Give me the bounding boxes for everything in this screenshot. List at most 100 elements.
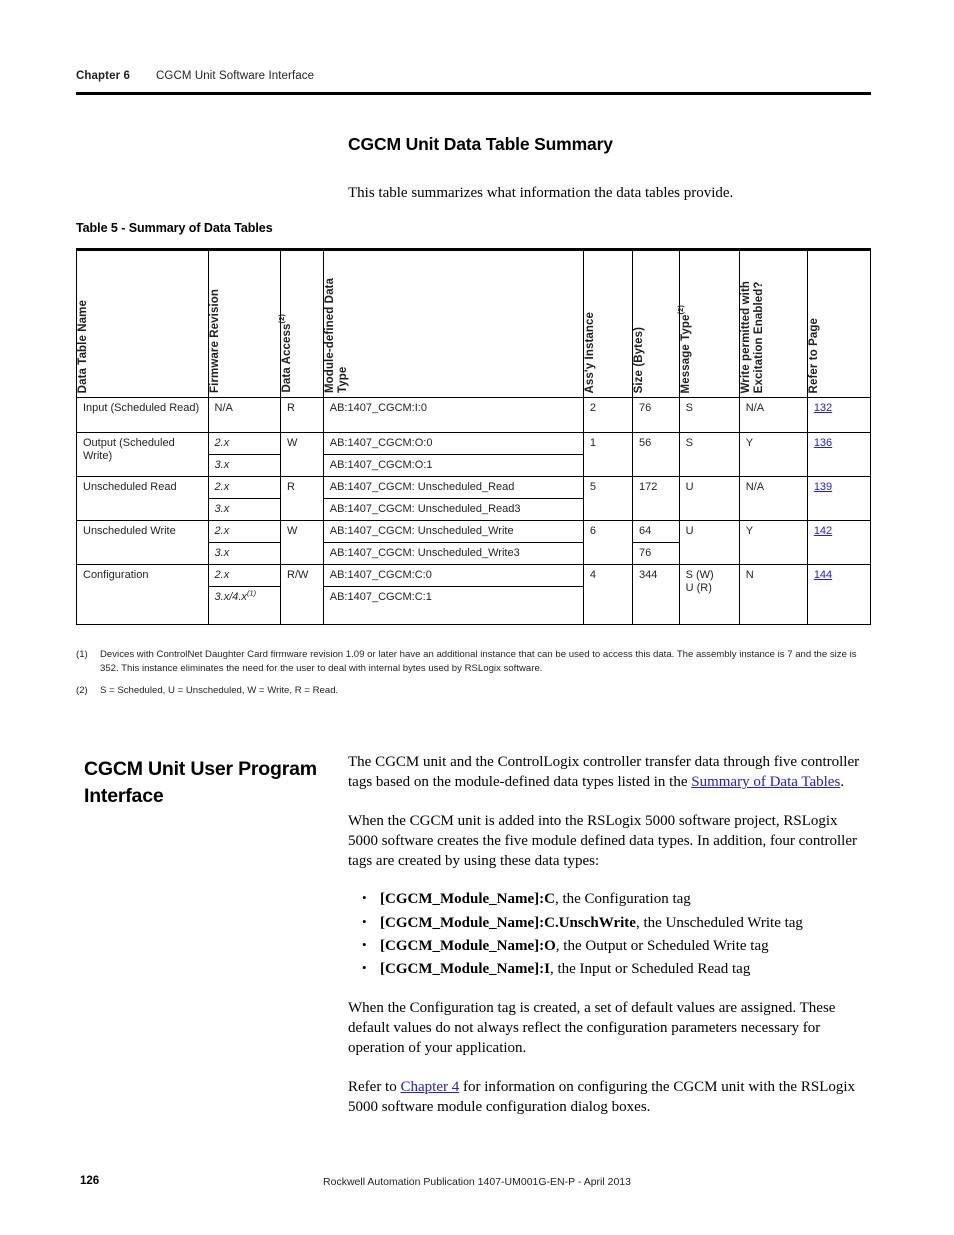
table-head: Data Table Name Firmware Revision Data A…: [76, 248, 872, 398]
page-link[interactable]: 132: [814, 402, 832, 414]
cell-data-table-name: Configuration: [76, 564, 209, 625]
footnote-1: (1) Devices with ControlNet Daughter Car…: [76, 648, 876, 675]
cell-refer-to-page: 132: [806, 397, 872, 433]
cell-module-defined-data-type: AB:1407_CGCM: Unscheduled_Read3: [322, 498, 584, 521]
para1-after: .: [840, 774, 845, 791]
cell-data-table-name: Unscheduled Write: [76, 520, 209, 565]
cell-firmware-revision: 3.x/4.x(1): [207, 586, 282, 625]
section-intro-text: This table summarizes what information t…: [348, 185, 734, 201]
cell-data-table-name: Output (Scheduled Write): [76, 432, 209, 477]
cell-size-bytes: 76: [632, 542, 680, 565]
cell-firmware-revision: 2.x: [207, 564, 282, 587]
cell-message-type: S (W) U (R): [678, 564, 740, 625]
cell-size-bytes: 56: [632, 432, 680, 477]
cell-module-defined-data-type: AB:1407_CGCM:O:1: [322, 454, 584, 477]
col-header-firmware-revision: Firmware Revision: [207, 248, 282, 398]
col-header-assy-instance: Ass'y Instance: [582, 248, 634, 398]
page-link[interactable]: 136: [814, 437, 832, 449]
tag-name: [CGCM_Module_Name]:C.UnschWrite: [380, 914, 636, 931]
table-row: Output (Scheduled Write) 2.x W AB:1407_C…: [76, 432, 872, 477]
cell-refer-to-page: 136: [806, 432, 872, 477]
chapter-number: Chapter 6: [76, 70, 130, 82]
cell-refer-to-page: 144: [806, 564, 872, 625]
document-page: Chapter 6 CGCM Unit Software Interface CG…: [0, 0, 954, 1235]
para4-before: Refer to: [348, 1078, 401, 1095]
cell-module-defined-data-type: AB:1407_CGCM:C:1: [322, 586, 584, 625]
cell-message-type: S: [678, 432, 740, 477]
list-item: [CGCM_Module_Name]:C.UnschWrite, the Uns…: [348, 912, 870, 933]
section2-body: The CGCM unit and the ControlLogix contr…: [348, 752, 870, 1135]
tag-name: [CGCM_Module_Name]:C: [380, 891, 555, 908]
cell-firmware-revision: 2.x: [207, 520, 282, 543]
tag-description: , the Unscheduled Write tag: [635, 914, 803, 931]
page-link[interactable]: 139: [814, 481, 832, 493]
cell-firmware-revision: 2.x: [207, 432, 282, 455]
footnote-2: (2) S = Scheduled, U = Unscheduled, W = …: [76, 684, 876, 698]
paragraph-3: When the Configuration tag is created, a…: [348, 999, 836, 1057]
chapter-4-link[interactable]: Chapter 4: [400, 1079, 459, 1095]
cell-size-bytes: 344: [632, 564, 680, 625]
cell-refer-to-page: 142: [806, 520, 872, 565]
table-row: Unscheduled Read 2.x R AB:1407_CGCM: Uns…: [76, 476, 872, 521]
footnote-text: S = Scheduled, U = Unscheduled, W = Writ…: [100, 685, 339, 696]
table-body: Input (Scheduled Read) N/A R AB:1407_CGC…: [76, 397, 872, 625]
section-heading-data-table-summary: CGCM Unit Data Table Summary: [348, 134, 613, 154]
table-row: Configuration 2.x R/W AB:1407_CGCM:C:0 4…: [76, 564, 872, 625]
cell-module-defined-data-type: AB:1407_CGCM: Unscheduled_Write: [322, 520, 584, 543]
cell-data-access: R/W: [280, 564, 324, 625]
cell-write-permitted: Y: [738, 432, 808, 477]
summary-of-data-tables-link[interactable]: Summary of Data Tables: [691, 774, 840, 790]
section-heading-user-program-interface: CGCM Unit User Program Interface: [84, 758, 317, 807]
cell-data-table-name: Input (Scheduled Read): [76, 397, 209, 433]
col-header-write-permitted: Write permitted with Excitation Enabled?: [738, 248, 808, 398]
paragraph-1: The CGCM unit and the ControlLogix contr…: [348, 752, 870, 793]
cell-module-defined-data-type: AB:1407_CGCM:C:0: [322, 564, 584, 587]
table-footnotes: (1) Devices with ControlNet Daughter Car…: [76, 648, 876, 707]
col-header-refer-to-page: Refer to Page: [806, 248, 872, 398]
cell-data-access: W: [280, 432, 324, 477]
page-link[interactable]: 144: [814, 569, 832, 581]
cell-firmware-revision: 3.x: [207, 542, 282, 565]
cell-data-access: W: [280, 520, 324, 565]
tag-description: , the Input or Scheduled Read tag: [549, 961, 751, 978]
tag-description: , the Configuration tag: [554, 891, 691, 908]
table-row: Input (Scheduled Read) N/A R AB:1407_CGC…: [76, 397, 872, 433]
cell-data-access: R: [280, 397, 324, 433]
col-header-data-access: Data Access(2): [277, 248, 324, 398]
controller-tag-list: [CGCM_Module_Name]:C, the Configuration …: [348, 888, 870, 979]
cell-assy-instance: 4: [582, 564, 634, 625]
list-item: [CGCM_Module_Name]:C, the Configuration …: [348, 888, 870, 909]
summary-of-data-tables: Data Table Name Firmware Revision Data A…: [76, 248, 872, 625]
cell-size-bytes: 64: [632, 520, 680, 543]
cell-assy-instance: 1: [582, 432, 634, 477]
table-row: Unscheduled Write 2.x W AB:1407_CGCM: Un…: [76, 520, 872, 565]
table-caption: Table 5 - Summary of Data Tables: [76, 221, 273, 235]
cell-firmware-revision: 3.x: [207, 454, 282, 477]
tag-name: [CGCM_Module_Name]:O: [380, 938, 556, 955]
cell-data-access: R: [280, 476, 324, 521]
cell-module-defined-data-type: AB:1407_CGCM:I:0: [322, 397, 584, 433]
cell-assy-instance: 2: [582, 397, 634, 433]
tag-description: , the Output or Scheduled Write tag: [555, 938, 769, 955]
cell-write-permitted: N: [738, 564, 808, 625]
cell-firmware-revision: N/A: [207, 397, 282, 433]
cell-write-permitted: N/A: [738, 476, 808, 521]
footnote-reference: (1): [246, 588, 257, 598]
cell-assy-instance: 5: [582, 476, 634, 521]
table-header-row: Data Table Name Firmware Revision Data A…: [76, 248, 872, 398]
paragraph-4: Refer to Chapter 4 for information on co…: [348, 1077, 870, 1118]
running-header: Chapter 6 CGCM Unit Software Interface: [76, 70, 871, 82]
page-link[interactable]: 142: [814, 525, 832, 537]
cell-write-permitted: Y: [738, 520, 808, 565]
cell-firmware-revision: 3.x: [207, 498, 282, 521]
cell-module-defined-data-type: AB:1407_CGCM: Unscheduled_Write3: [322, 542, 584, 565]
publication-info: Rockwell Automation Publication 1407-UM0…: [323, 1176, 631, 1188]
tag-name: [CGCM_Module_Name]:I: [380, 961, 550, 978]
cell-message-type: S: [678, 397, 740, 433]
chapter-title: CGCM Unit Software Interface: [156, 70, 315, 82]
col-header-module-defined-data-type: Module-defined Data Type: [322, 248, 584, 398]
cell-write-permitted: N/A: [738, 397, 808, 433]
cell-assy-instance: 6: [582, 520, 634, 565]
cell-message-type: U: [678, 476, 740, 521]
header-rule: [76, 92, 871, 95]
